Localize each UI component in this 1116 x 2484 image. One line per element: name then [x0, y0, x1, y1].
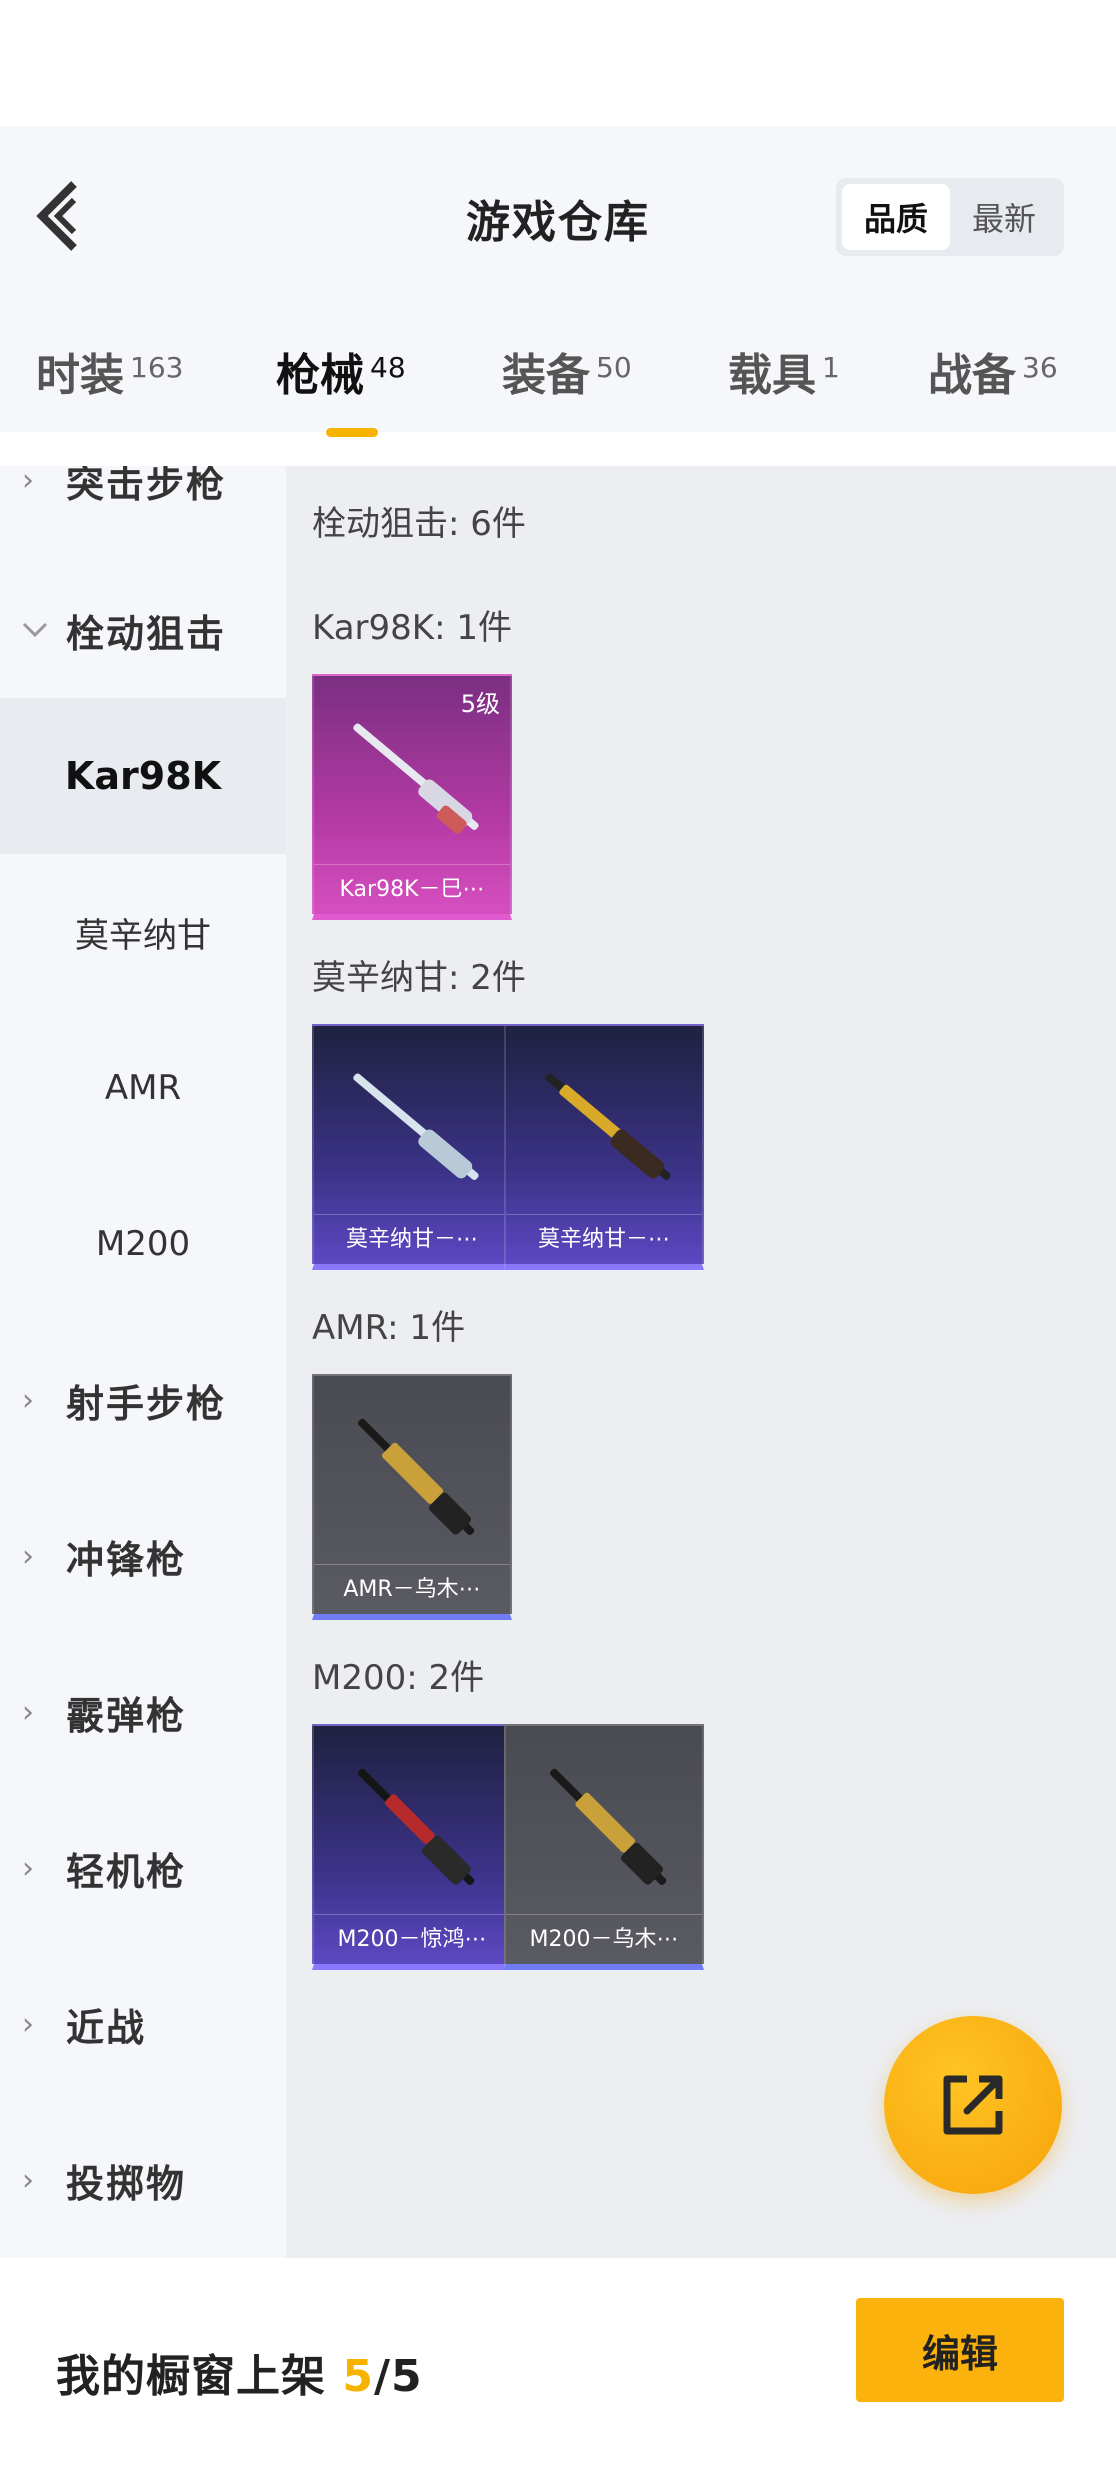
- active-tab-indicator: [326, 428, 378, 437]
- chevron-right-icon: ›: [22, 1850, 34, 1886]
- chevron-right-icon: ›: [22, 1694, 34, 1730]
- item-name: 莫辛纳甘－⋯: [314, 1214, 510, 1264]
- chevron-right-icon: ›: [22, 1382, 34, 1418]
- tab-count: 163: [130, 351, 184, 384]
- bottom-bar: 我的橱窗上架 5/5 编辑: [0, 2258, 1116, 2484]
- status-bar: [0, 0, 1116, 126]
- group-title-mosin: 莫辛纳甘: 2件: [312, 958, 526, 998]
- group-title-kar98k: Kar98K: 1件: [312, 608, 512, 648]
- item-grid-panel: 栓动狙击: 6件 Kar98K: 1件 5级 Kar98K－巳⋯ 莫辛纳甘: 2…: [286, 466, 1116, 2258]
- rifle-icon: [357, 1768, 475, 1886]
- item-name: M200－乌木⋯: [506, 1914, 702, 1964]
- chevron-right-icon: ›: [22, 2006, 34, 2042]
- sidebar-item-m200[interactable]: M200: [0, 1166, 286, 1322]
- rifle-icon: [357, 1418, 475, 1536]
- share-external-icon: [943, 2075, 1003, 2135]
- edit-button[interactable]: 编辑: [856, 2298, 1064, 2402]
- sidebar-category-throwable[interactable]: › 投掷物: [0, 2102, 286, 2258]
- sidebar-item-mosin[interactable]: 莫辛纳甘: [0, 854, 286, 1010]
- rifle-icon: [353, 1073, 479, 1180]
- sidebar-category-shotgun[interactable]: › 霰弹枪: [0, 1634, 286, 1790]
- summary-title: 栓动狙击: 6件: [312, 504, 526, 544]
- tab-count: 50: [596, 351, 632, 384]
- sort-option-newest[interactable]: 最新: [950, 184, 1058, 250]
- sidebar: › 突击步枪 栓动狙击 Kar98K 莫辛纳甘 AMR M200 › 射手步枪 …: [0, 466, 286, 2258]
- tab-label: 时装: [36, 350, 124, 401]
- group-title-m200: M200: 2件: [312, 1658, 485, 1698]
- tab-count: 48: [370, 351, 406, 384]
- tab-equipment[interactable]: 装备 50: [502, 340, 632, 430]
- item-card[interactable]: 莫辛纳甘－⋯: [504, 1024, 704, 1270]
- tab-label: 战备: [928, 350, 1016, 401]
- share-fab-button[interactable]: [884, 2016, 1062, 2194]
- item-level-badge: 5级: [460, 690, 500, 718]
- tab-supplies[interactable]: 战备 36: [928, 340, 1058, 430]
- item-card[interactable]: 莫辛纳甘－⋯: [312, 1024, 512, 1270]
- showcase-count: 5: [342, 2351, 374, 2402]
- chevron-down-icon: [20, 613, 50, 648]
- tab-vehicles[interactable]: 载具 1: [728, 340, 840, 430]
- tab-label: 枪械: [276, 350, 364, 401]
- chevron-right-icon: ›: [22, 466, 34, 498]
- sidebar-category-bolt-sniper[interactable]: 栓动狙击: [0, 552, 286, 708]
- showcase-label: 我的橱窗上架: [56, 2351, 326, 2402]
- item-card[interactable]: M200－惊鸿⋯: [312, 1724, 512, 1970]
- group-title-amr: AMR: 1件: [312, 1308, 466, 1348]
- rifle-icon: [549, 1768, 667, 1886]
- showcase-total: /5: [373, 2351, 423, 2402]
- sort-option-quality[interactable]: 品质: [842, 184, 950, 250]
- sidebar-category-melee[interactable]: › 近战: [0, 1946, 286, 2102]
- tab-fashion[interactable]: 时装 163: [36, 340, 183, 430]
- chevron-right-icon: ›: [22, 1538, 34, 1574]
- rifle-icon: [545, 1073, 671, 1180]
- sort-toggle[interactable]: 品质 最新: [836, 178, 1064, 256]
- item-card[interactable]: 5级 Kar98K－巳⋯: [312, 674, 512, 920]
- rifle-icon: [353, 723, 479, 834]
- tab-count: 36: [1022, 351, 1058, 384]
- item-name: M200－惊鸿⋯: [314, 1914, 510, 1964]
- category-tabs: 时装 163 枪械 48 装备 50 载具 1 战备 36: [0, 340, 1116, 430]
- tab-firearms[interactable]: 枪械 48: [276, 340, 406, 430]
- item-card[interactable]: AMR－乌木⋯: [312, 1374, 512, 1620]
- sidebar-category-assault-rifle[interactable]: › 突击步枪: [0, 466, 286, 558]
- tab-label: 载具: [728, 350, 816, 401]
- item-name: AMR－乌木⋯: [314, 1564, 510, 1614]
- tab-count: 1: [822, 351, 840, 384]
- item-card[interactable]: M200－乌木⋯: [504, 1724, 704, 1970]
- tab-label: 装备: [502, 350, 590, 401]
- sidebar-category-smg[interactable]: › 冲锋枪: [0, 1478, 286, 1634]
- item-name: Kar98K－巳⋯: [314, 864, 510, 914]
- sidebar-category-lmg[interactable]: › 轻机枪: [0, 1790, 286, 1946]
- showcase-status: 我的橱窗上架 5/5: [56, 2340, 423, 2404]
- item-name: 莫辛纳甘－⋯: [506, 1214, 702, 1264]
- sidebar-item-amr[interactable]: AMR: [0, 1010, 286, 1166]
- sidebar-item-kar98k[interactable]: Kar98K: [0, 698, 286, 854]
- sidebar-category-dmr[interactable]: › 射手步枪: [0, 1322, 286, 1478]
- chevron-right-icon: ›: [22, 2162, 34, 2198]
